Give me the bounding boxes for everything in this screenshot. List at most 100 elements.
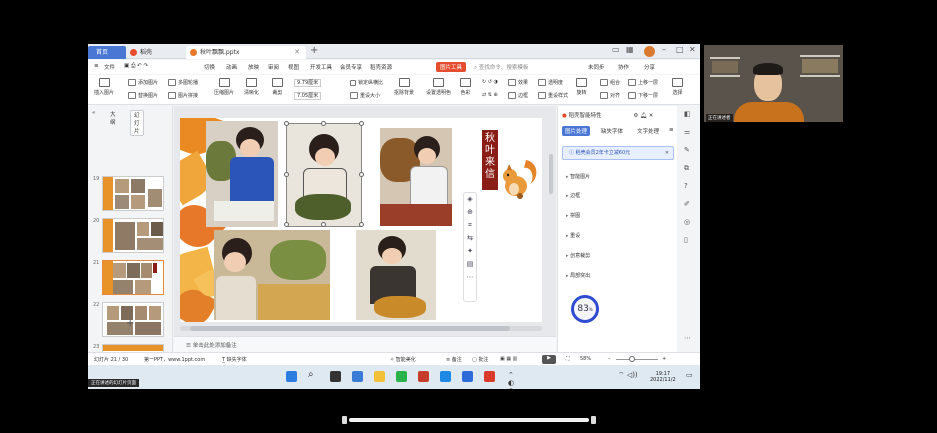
more-side-icon[interactable]: ⋯ xyxy=(684,334,691,342)
resize-handle[interactable] xyxy=(359,222,364,227)
network-sound-icon[interactable]: ⌔ ◁)) xyxy=(618,371,648,382)
home-indicator[interactable] xyxy=(349,418,589,422)
photo-boy-table[interactable] xyxy=(206,121,278,227)
tab-slides[interactable]: 幻灯片 xyxy=(130,110,144,136)
magic-icon[interactable]: ✦ xyxy=(464,245,476,258)
wps-icon[interactable] xyxy=(484,371,495,382)
tab-daoke[interactable]: 稻壳 xyxy=(126,46,186,59)
compress-button[interactable]: 压缩图片 xyxy=(214,78,234,96)
resize-handle[interactable] xyxy=(359,172,364,177)
settings-icon[interactable]: ⚙ xyxy=(633,113,638,119)
close-window-icon[interactable]: ✕ xyxy=(689,45,696,54)
add-image-button[interactable]: 添加图片 xyxy=(128,79,158,86)
task-view-icon[interactable] xyxy=(330,371,341,382)
add-slide-button[interactable]: + xyxy=(126,318,134,329)
tray-icons[interactable]: ⌃ ◐ ● ✦ ◉ ⊚ xyxy=(508,371,519,389)
panel-item-creative-crop[interactable]: 创意裁剪 xyxy=(566,252,590,259)
vertical-scrollbar[interactable] xyxy=(549,154,553,194)
height-input[interactable]: 9.79厘米 xyxy=(294,79,322,87)
search-taskbar-icon[interactable]: ⌕ xyxy=(308,369,319,380)
menu-picture-tools[interactable]: 图片工具 xyxy=(436,62,467,72)
horizontal-scrollbar[interactable] xyxy=(180,326,542,331)
share-button[interactable]: 分享 xyxy=(644,63,655,71)
bell-icon[interactable]: 🔔︎ xyxy=(640,113,647,119)
zoom-in-icon[interactable]: + xyxy=(662,356,666,362)
tab-missing-font[interactable]: 缺失字体 xyxy=(598,126,626,136)
edge-icon[interactable] xyxy=(440,371,451,382)
panel-item-reset[interactable]: 重设 xyxy=(566,232,580,239)
border-button[interactable]: 边框 xyxy=(508,92,528,99)
score-badge[interactable]: 83% xyxy=(571,295,599,323)
layout-icon[interactable]: ▭ xyxy=(612,45,620,54)
slide-thumb-19[interactable] xyxy=(102,176,164,211)
pin-icon[interactable]: ✎ xyxy=(684,146,690,154)
panel-menu-icon[interactable]: ≡ xyxy=(666,126,677,134)
folder-icon[interactable] xyxy=(374,371,385,382)
resize-handle[interactable] xyxy=(284,222,289,227)
slide-thumb-20[interactable] xyxy=(102,218,164,253)
menu-item-4[interactable]: 视图 xyxy=(288,63,299,71)
play-button[interactable]: ▶ xyxy=(542,355,556,364)
copy-icon[interactable]: ⧉ xyxy=(684,164,689,173)
group-button[interactable]: 组合 xyxy=(600,79,620,86)
zoom-slider-knob[interactable] xyxy=(629,356,635,362)
meeting-icon[interactable] xyxy=(462,371,473,382)
tab-outline[interactable]: 大纲 xyxy=(110,110,116,126)
target-icon[interactable]: ◎ xyxy=(684,218,690,226)
menu-item-0[interactable]: 切换 xyxy=(204,63,215,71)
crop-button[interactable]: 裁剪 xyxy=(272,78,283,96)
help-icon[interactable]: ? xyxy=(684,182,688,190)
panel-toggle-icon[interactable]: ◧ xyxy=(684,110,691,118)
reset-style-button[interactable]: 重设样式 xyxy=(538,92,568,99)
comment-button[interactable]: ▢ 批注 xyxy=(472,356,488,363)
fit-icon[interactable]: ⛶ xyxy=(566,356,570,362)
color-button[interactable]: 色彩 xyxy=(460,78,471,96)
bring-forward-button[interactable]: 上移一层 xyxy=(628,79,658,86)
slide-title[interactable]: 秋叶来信 xyxy=(482,130,498,190)
replace-image-button[interactable]: 替换图片 xyxy=(128,92,158,99)
missing-font-status[interactable]: T̲ 缺失字体 xyxy=(222,356,247,363)
panel-item-highlight[interactable]: 局部突出 xyxy=(566,272,590,279)
panel-item-smart-image[interactable]: 智能图片 xyxy=(566,173,590,180)
rotate-button[interactable]: 旋转 xyxy=(576,78,587,96)
sharpen-button[interactable]: 清晰化 xyxy=(244,78,259,96)
file-explorer-icon[interactable] xyxy=(352,371,363,382)
menu-item-5[interactable]: 开发工具 xyxy=(310,63,332,71)
notification-icon[interactable]: ▭ xyxy=(686,371,697,382)
tab-home[interactable]: 首页 xyxy=(88,46,126,59)
grid-icon[interactable]: ▦ xyxy=(626,45,634,54)
lock-ratio-checkbox[interactable]: 锁定纵横比 xyxy=(350,79,383,86)
notes-area[interactable]: ☰ 单击此处添加备注 xyxy=(174,336,556,352)
photo-girl-bottom[interactable] xyxy=(214,230,330,320)
zoom-level[interactable]: 58% xyxy=(580,356,591,362)
new-tab-button[interactable]: + xyxy=(310,45,318,56)
zoom-out-icon[interactable]: – xyxy=(608,356,611,362)
insert-image-button[interactable]: 插入图片 xyxy=(94,78,114,96)
resize-handle[interactable] xyxy=(359,121,364,126)
stack-icon[interactable]: ▤ xyxy=(464,258,476,271)
beautify-button[interactable]: ✧ 智能美化 xyxy=(390,356,416,363)
effect-button[interactable]: 效果 xyxy=(508,79,528,86)
slide-21[interactable]: 秋叶来信 ◈ ⊕ ⌗ ⇆ ✦ ▤ ⋯ xyxy=(180,118,542,322)
zoom-slider-track[interactable] xyxy=(616,359,658,360)
sync-status[interactable]: 未同步 xyxy=(588,63,605,71)
menu-item-6[interactable]: 会员专享 xyxy=(340,63,362,71)
resize-handle[interactable] xyxy=(284,172,289,177)
menu-item-1[interactable]: 动画 xyxy=(226,63,237,71)
align-button[interactable]: 对齐 xyxy=(600,92,620,99)
transparency-button[interactable]: 设置透明色 xyxy=(426,78,451,96)
save-icon[interactable]: ▣ ⎙ ↶ ↷ xyxy=(124,63,148,70)
app-red-icon[interactable] xyxy=(418,371,429,382)
photo-kid-leaves[interactable] xyxy=(380,128,452,226)
minimize-icon[interactable]: – xyxy=(662,45,666,54)
rotate-icons[interactable]: ↻ ↺ ◑ xyxy=(482,79,498,85)
book-icon[interactable]: ▯ xyxy=(684,236,688,244)
hamburger-icon[interactable]: ≡ xyxy=(94,63,99,69)
panel-item-border[interactable]: 边框 xyxy=(566,192,580,199)
menu-file[interactable]: 文件 xyxy=(104,63,115,71)
flip-icons[interactable]: ⇄ ⇅ ⊕ xyxy=(482,92,498,98)
slide-thumb-21[interactable] xyxy=(102,260,164,295)
tab-file[interactable]: 秋叶飘飘.pptx ✕ xyxy=(186,46,306,59)
notes-button[interactable]: ≡ 备注 xyxy=(446,356,462,363)
clock[interactable]: 19:17 2022/11/2 xyxy=(650,371,676,383)
